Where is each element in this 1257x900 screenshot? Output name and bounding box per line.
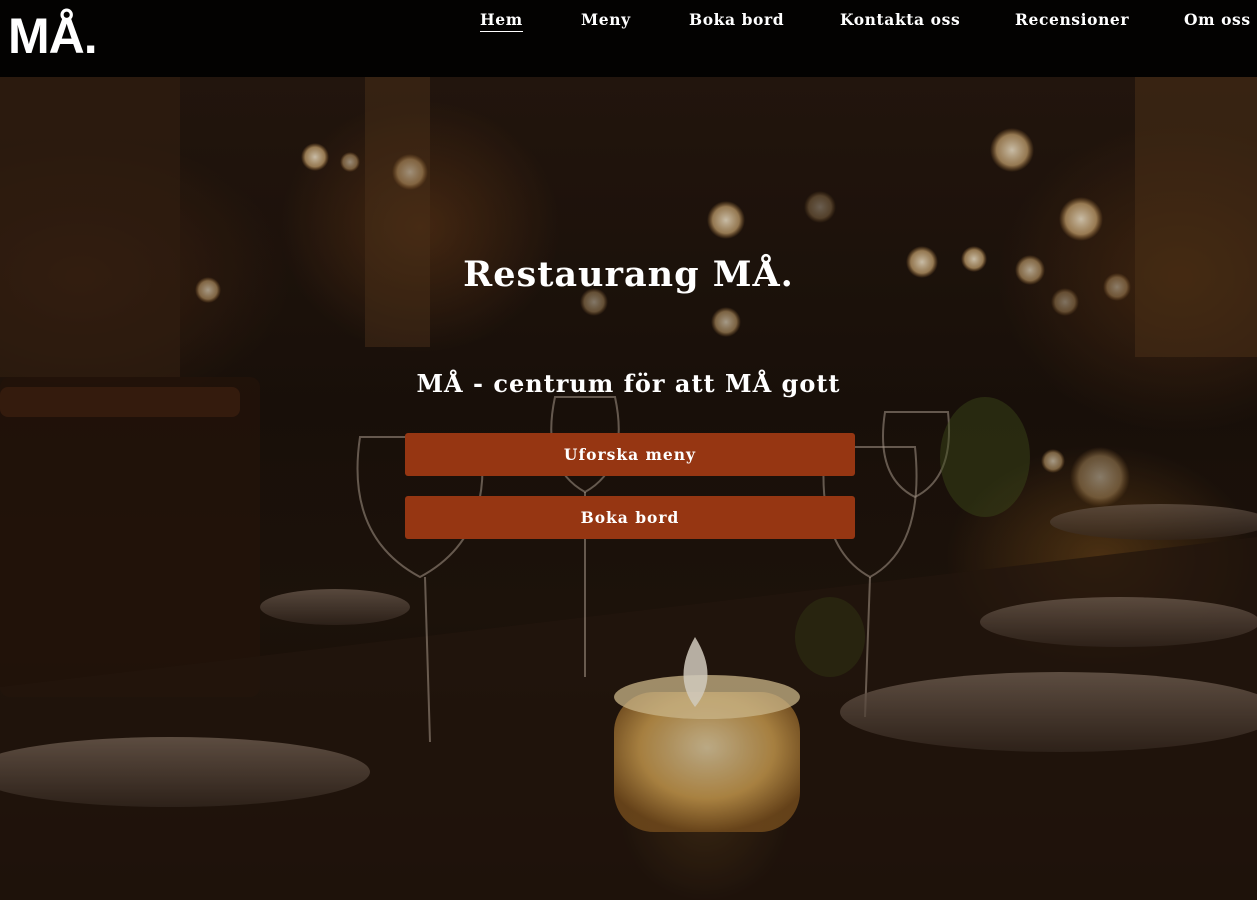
site-header: MÅ. Hem Meny Boka bord Kontakta oss Rece… bbox=[0, 0, 1257, 77]
nav-link-meny[interactable]: Meny bbox=[581, 10, 631, 30]
hero-subtitle: MÅ - centrum för att MÅ gott bbox=[416, 369, 841, 398]
book-table-button[interactable]: Boka bord bbox=[405, 496, 855, 539]
hero-section: Restaurang MÅ. MÅ - centrum för att MÅ g… bbox=[0, 77, 1257, 900]
nav-link-recensioner[interactable]: Recensioner bbox=[1015, 10, 1129, 30]
nav-link-boka-bord[interactable]: Boka bord bbox=[689, 10, 784, 30]
nav-link-kontakta-oss[interactable]: Kontakta oss bbox=[840, 10, 960, 30]
hero-title: Restaurang MÅ. bbox=[463, 254, 794, 295]
hero-overlay bbox=[0, 77, 1257, 900]
explore-menu-button[interactable]: Uforska meny bbox=[405, 433, 855, 476]
nav-link-om-oss[interactable]: Om oss bbox=[1184, 10, 1251, 30]
main-nav: Hem Meny Boka bord Kontakta oss Recensio… bbox=[0, 10, 1257, 34]
nav-link-hem[interactable]: Hem bbox=[480, 10, 523, 32]
